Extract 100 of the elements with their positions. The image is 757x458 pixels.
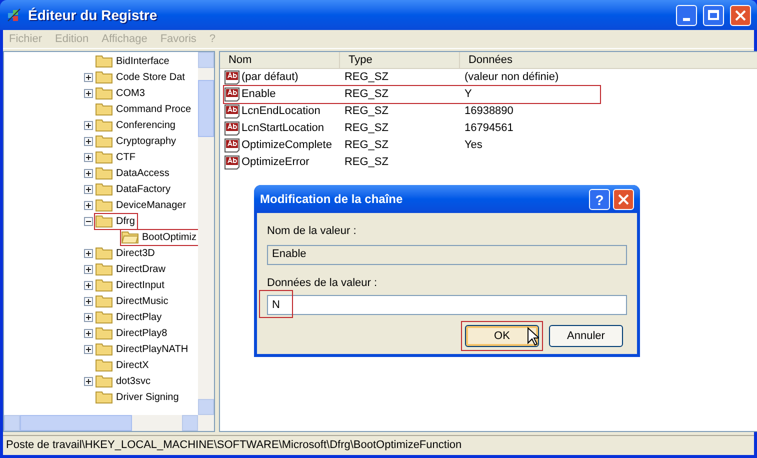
- expand-icon[interactable]: [84, 72, 93, 82]
- mouse-pointer-icon: [527, 327, 539, 346]
- folder-icon: [95, 102, 113, 116]
- folder-icon: [95, 390, 113, 404]
- column-header[interactable]: Type: [340, 52, 460, 68]
- folder-icon: [95, 374, 113, 388]
- tree-item[interactable]: Conferencing: [116, 118, 176, 132]
- folder-icon: [95, 214, 113, 228]
- vertical-scrollbar[interactable]: [198, 52, 214, 415]
- window-title: Éditeur du Registre: [28, 6, 158, 25]
- expand-icon[interactable]: [84, 264, 93, 274]
- expand-icon[interactable]: [84, 136, 93, 146]
- value-type: REG_SZ: [343, 70, 390, 86]
- tree-item[interactable]: DirectPlay: [116, 310, 162, 324]
- value-data-field[interactable]: N: [267, 295, 627, 315]
- folder-icon: [95, 326, 113, 340]
- string-value-icon: [224, 70, 240, 85]
- tree-item[interactable]: dot3svc: [116, 374, 150, 388]
- string-value-icon: [224, 138, 240, 153]
- folder-icon: [95, 198, 113, 212]
- tree-item[interactable]: COM3: [116, 86, 145, 100]
- close-button[interactable]: [613, 188, 634, 210]
- value-name[interactable]: Enable: [241, 86, 276, 103]
- value-data: Y: [463, 87, 473, 102]
- value-data: Yes: [463, 138, 484, 154]
- expand-icon[interactable]: [84, 328, 93, 338]
- folder-icon: [95, 54, 113, 68]
- expand-icon[interactable]: [84, 296, 93, 306]
- value-name[interactable]: LcnEndLocation: [241, 103, 320, 120]
- folder-icon: [95, 262, 113, 276]
- tree-item[interactable]: DirectDraw: [116, 262, 166, 276]
- folder-icon: [95, 294, 113, 308]
- folder-icon: [95, 310, 113, 324]
- tree-item[interactable]: DirectPlay8: [116, 326, 168, 340]
- column-header[interactable]: Données: [460, 52, 757, 68]
- folder-icon: [95, 134, 113, 148]
- column-header[interactable]: Nom: [220, 52, 340, 68]
- tree-item[interactable]: DirectX: [116, 358, 149, 372]
- minimize-button[interactable]: [676, 4, 697, 26]
- value-name-field: Enable: [267, 244, 627, 264]
- tree-item[interactable]: Cryptography: [116, 134, 176, 148]
- value-name[interactable]: (par défaut): [241, 69, 298, 86]
- folder-icon: [95, 166, 113, 180]
- expand-icon[interactable]: [84, 152, 93, 162]
- tree-item[interactable]: CTF: [116, 150, 136, 164]
- value-name[interactable]: OptimizeError: [241, 154, 310, 171]
- folder-icon: [95, 342, 113, 356]
- help-button[interactable]: ?: [589, 188, 610, 210]
- tree-item[interactable]: DataFactory: [116, 182, 170, 196]
- value-data: (valeur non définie): [463, 70, 560, 86]
- close-icon: [618, 194, 629, 204]
- string-value-icon: [224, 104, 240, 119]
- tree-item[interactable]: Driver Signing: [116, 390, 179, 404]
- expand-icon[interactable]: [84, 168, 93, 178]
- tree-item[interactable]: DataAccess: [116, 166, 170, 180]
- folder-icon: [95, 182, 113, 196]
- tree-item[interactable]: BidInterface: [116, 54, 170, 68]
- tree-item[interactable]: DirectMusic: [116, 294, 168, 308]
- string-value-icon: [224, 121, 240, 136]
- tree-item[interactable]: Dfrg: [116, 214, 135, 228]
- horizontal-scrollbar[interactable]: [4, 415, 214, 431]
- close-icon: [735, 10, 746, 20]
- tree-item[interactable]: Command Proce: [116, 102, 192, 116]
- expand-icon[interactable]: [84, 312, 93, 322]
- folder-icon: [95, 278, 113, 292]
- expand-icon[interactable]: [84, 200, 93, 210]
- folder-icon: [95, 70, 113, 84]
- tree-item[interactable]: DirectInput: [116, 278, 164, 292]
- value-type: REG_SZ: [343, 155, 390, 170]
- expand-icon[interactable]: [84, 184, 93, 194]
- expand-icon[interactable]: [84, 248, 93, 258]
- expand-icon[interactable]: [84, 344, 93, 354]
- collapse-icon[interactable]: [84, 216, 93, 226]
- close-button[interactable]: [730, 4, 751, 26]
- field-label: Données de la valeur :: [267, 276, 378, 290]
- tree-item[interactable]: BootOptimiz: [142, 230, 196, 244]
- value-name[interactable]: LcnStartLocation: [241, 120, 324, 137]
- tree-item[interactable]: Direct3D: [116, 246, 155, 260]
- cancel-button[interactable]: Annuler: [549, 325, 623, 347]
- tree-item[interactable]: Code Store Dat: [116, 70, 185, 84]
- value-name[interactable]: OptimizeComplete: [241, 137, 332, 154]
- expand-icon[interactable]: [84, 376, 93, 386]
- open-folder-icon: [121, 230, 139, 244]
- folder-icon: [95, 86, 113, 100]
- field-label: Nom de la valeur :: [267, 224, 358, 239]
- expand-icon[interactable]: [84, 120, 93, 130]
- tree-item[interactable]: DirectPlayNATH: [116, 342, 188, 356]
- status-path: Poste de travail\HKEY_LOCAL_MACHINE\SOFTWARE\Microsoft\Dfrg\BootOptimizeFunction: [6, 438, 463, 454]
- maximize-button[interactable]: [703, 4, 724, 26]
- value-type: REG_SZ: [343, 87, 390, 102]
- folder-icon: [95, 150, 113, 164]
- value-type: REG_SZ: [343, 138, 390, 154]
- tree-item[interactable]: DeviceManager: [116, 198, 186, 212]
- expand-icon[interactable]: [84, 88, 93, 98]
- string-value-icon: [224, 87, 240, 102]
- value-type: REG_SZ: [343, 121, 390, 136]
- dialog-title: Modification de la chaîne: [260, 191, 404, 208]
- expand-icon[interactable]: [84, 280, 93, 290]
- ok-button[interactable]: OK: [465, 325, 539, 347]
- value-type: REG_SZ: [343, 104, 390, 120]
